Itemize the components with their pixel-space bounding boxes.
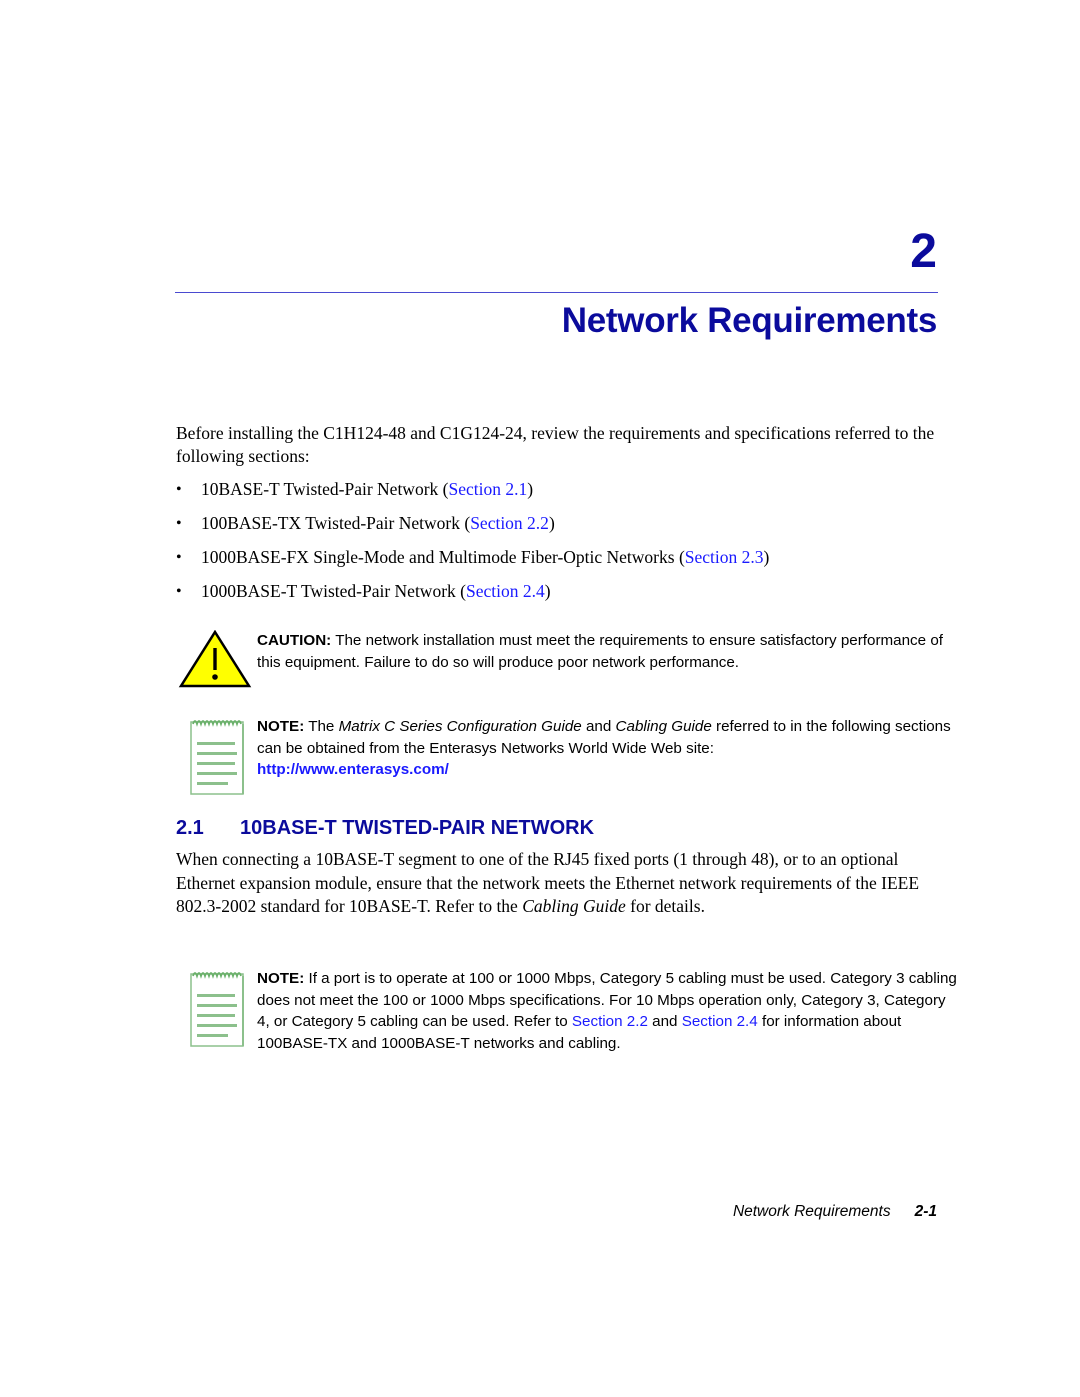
section-title: 10BASE-T TWISTED-PAIR NETWORK bbox=[240, 817, 595, 839]
caution-text: The network installation must meet the r… bbox=[257, 632, 943, 671]
chapter-number: 2 bbox=[910, 225, 937, 278]
bullet-icon: • bbox=[176, 481, 182, 498]
list-item: • 100BASE-TX Twisted-Pair Network (Sectio… bbox=[176, 512, 769, 546]
section-heading: 2.1 10BASE-T TWISTED-PAIR NETWORK bbox=[176, 817, 594, 840]
notepad-icon bbox=[190, 720, 244, 795]
section-paragraph: When connecting a 10BASE-T segment to on… bbox=[176, 849, 920, 916]
section-number: 2.1 bbox=[176, 817, 204, 839]
warning-triangle-icon bbox=[178, 630, 252, 688]
list-item: • 10BASE-T Twisted-Pair Network (Section … bbox=[176, 478, 769, 512]
chapter-title: Network Requirements bbox=[561, 301, 938, 340]
cabling-guide-title: Cabling Guide bbox=[522, 896, 626, 916]
section-2-3-link[interactable]: Section 2.3 bbox=[685, 547, 764, 567]
cabling-guide-title: Cabling Guide bbox=[615, 718, 712, 735]
chapter-divider bbox=[175, 292, 938, 293]
bullet-icon: • bbox=[176, 583, 182, 600]
intro-paragraph: Before installing the C1H124-48 and C1G1… bbox=[176, 423, 935, 466]
bullet-icon: • bbox=[176, 515, 182, 532]
config-guide-title: Matrix C Series Configuration Guide bbox=[338, 718, 582, 735]
page-number: 2-1 bbox=[914, 1203, 937, 1220]
bullet-icon: • bbox=[176, 549, 182, 566]
note-label: NOTE: bbox=[257, 718, 305, 735]
section-list: • 10BASE-T Twisted-Pair Network (Section … bbox=[176, 478, 769, 614]
section-2-4-link[interactable]: Section 2.4 bbox=[682, 1013, 758, 1030]
notepad-icon bbox=[190, 972, 244, 1047]
list-item: • 1000BASE-T Twisted-Pair Network (Sectio… bbox=[176, 580, 769, 614]
section-2-4-link[interactable]: Section 2.4 bbox=[466, 581, 545, 601]
section-2-2-link[interactable]: Section 2.2 bbox=[572, 1013, 648, 1030]
page-footer: Network Requirements 2-1 bbox=[733, 1203, 937, 1221]
section-2-1-link[interactable]: Section 2.1 bbox=[448, 479, 527, 499]
list-item: • 1000BASE-FX Single-Mode and Multimode F… bbox=[176, 546, 769, 580]
note-label: NOTE: bbox=[257, 970, 305, 987]
section-2-2-link[interactable]: Section 2.2 bbox=[470, 513, 549, 533]
enterasys-url-link[interactable]: http://www.enterasys.com/ bbox=[257, 761, 449, 778]
caution-label: CAUTION: bbox=[257, 632, 332, 649]
footer-title: Network Requirements bbox=[732, 1203, 891, 1220]
